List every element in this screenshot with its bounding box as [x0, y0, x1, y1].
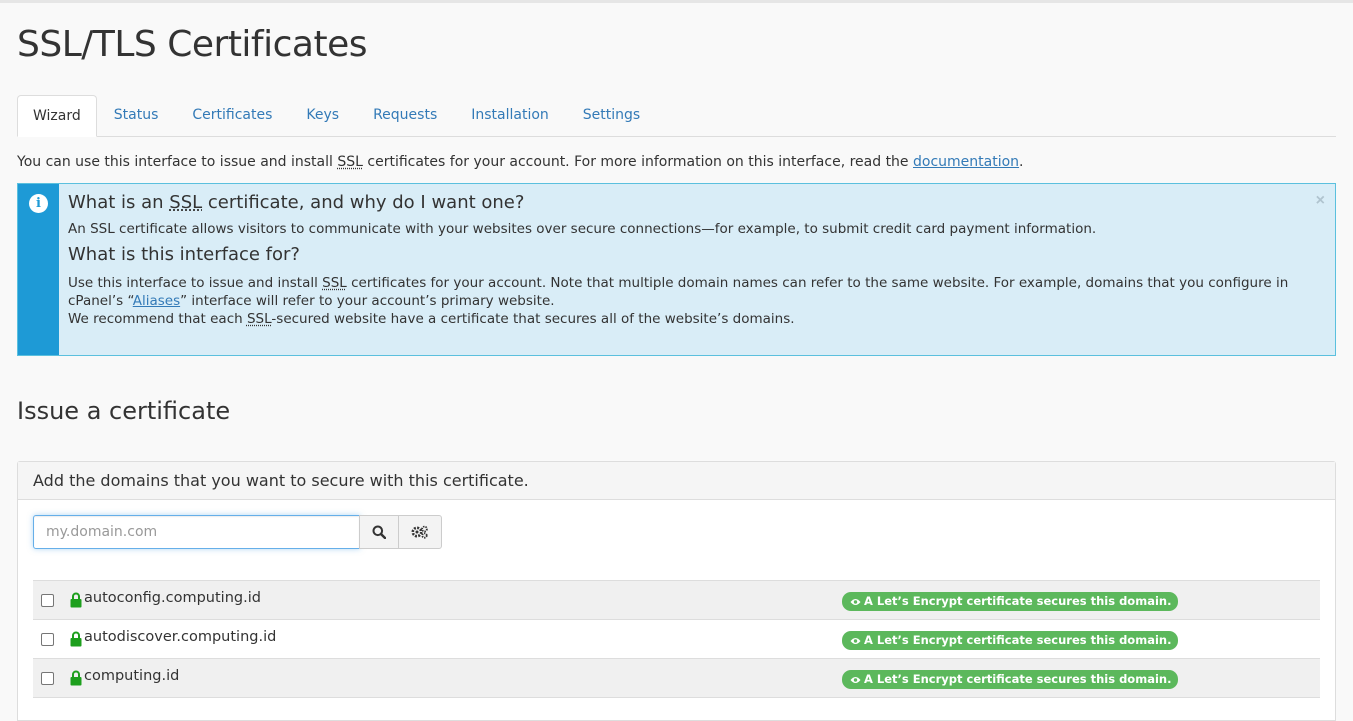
tab-status[interactable]: Status: [97, 95, 176, 136]
status-badge-text: A Let’s Encrypt certificate secures this…: [864, 672, 1172, 686]
domain-checkbox[interactable]: [41, 593, 54, 607]
eye-icon: [850, 637, 861, 644]
info-icon: i: [29, 194, 48, 213]
domain-row: autodiscover.computing.id A Let’s Encryp…: [33, 620, 1320, 659]
text-part: ” interface will refer to your account’s…: [180, 293, 555, 309]
ssl-abbr: SSL: [169, 192, 203, 213]
aliases-link[interactable]: Aliases: [133, 293, 180, 309]
text-part: -secured website have a certificate that…: [271, 311, 795, 327]
panel-heading: Add the domains that you want to secure …: [18, 462, 1335, 500]
status-badge: A Let’s Encrypt certificate secures this…: [842, 631, 1179, 650]
tab-certificates[interactable]: Certificates: [175, 95, 289, 136]
text-part: We recommend that each: [68, 311, 247, 327]
tab-keys[interactable]: Keys: [289, 95, 356, 136]
page-title: SSL/TLS Certificates: [17, 24, 367, 65]
alert-heading-what-is-ssl: What is an SSL certificate, and why do I…: [68, 192, 1325, 214]
documentation-link[interactable]: documentation: [913, 154, 1019, 170]
domain-name: autoconfig.computing.id: [84, 590, 261, 606]
alert-sidebar: i: [18, 184, 59, 355]
intro-text-part: certificates for your account. For more …: [362, 154, 913, 170]
top-border: [0, 0, 1353, 3]
search-icon: [372, 525, 386, 539]
section-title-issue-certificate: Issue a certificate: [17, 397, 231, 425]
page-content: SSL/TLS Certificates Wizard Status Certi…: [0, 24, 1353, 721]
panel-body: autoconfig.computing.id A Let’s Encrypt …: [18, 500, 1335, 698]
intro-text-part: .: [1019, 154, 1024, 170]
alert-heading-interface-purpose: What is this interface for?: [68, 244, 300, 265]
lock-icon: [70, 592, 82, 608]
eye-icon: [850, 598, 861, 605]
search-options-button[interactable]: [398, 515, 442, 549]
heading-part: certificate, and why do I want one?: [202, 192, 525, 213]
intro-text: You can use this interface to issue and …: [17, 153, 1336, 171]
domain-search-group: [33, 515, 1320, 549]
domain-list: autoconfig.computing.id A Let’s Encrypt …: [33, 580, 1320, 698]
lock-icon: [70, 631, 82, 647]
alert-text-interface-purpose: Use this interface to issue and install …: [68, 274, 1325, 328]
tab-installation[interactable]: Installation: [454, 95, 566, 136]
ssl-abbr: SSL: [246, 311, 272, 327]
tab-requests[interactable]: Requests: [356, 95, 454, 136]
domain-row: computing.id A Let’s Encrypt certificate…: [33, 659, 1320, 698]
tab-wizard[interactable]: Wizard: [17, 95, 97, 137]
eye-icon: [850, 676, 861, 683]
close-icon[interactable]: ×: [1316, 192, 1325, 210]
status-badge: A Let’s Encrypt certificate secures this…: [842, 670, 1179, 689]
domain-name: autodiscover.computing.id: [84, 629, 277, 645]
tab-settings[interactable]: Settings: [566, 95, 657, 136]
heading-part: What is an: [68, 192, 170, 213]
alert-text-ssl-explainer: An SSL certificate allows visitors to co…: [68, 221, 1097, 237]
ssl-abbr: SSL: [322, 275, 347, 291]
domain-checkbox[interactable]: [41, 632, 54, 646]
gears-icon: [411, 525, 428, 539]
search-button[interactable]: [359, 515, 399, 549]
ssl-abbr: SSL: [337, 154, 363, 170]
domain-name: computing.id: [84, 668, 180, 684]
info-alert: i What is an SSL certificate, and why do…: [17, 183, 1336, 356]
text-part: Use this interface to issue and install: [68, 275, 323, 291]
domain-search-input[interactable]: [33, 515, 360, 549]
status-badge-text: A Let’s Encrypt certificate secures this…: [864, 594, 1172, 608]
domains-panel: Add the domains that you want to secure …: [17, 461, 1336, 721]
intro-text-part: You can use this interface to issue and …: [17, 154, 338, 170]
domain-checkbox[interactable]: [41, 671, 54, 685]
status-badge-text: A Let’s Encrypt certificate secures this…: [864, 633, 1172, 647]
tab-bar: Wizard Status Certificates Keys Requests…: [17, 95, 1336, 137]
lock-icon: [70, 670, 82, 686]
domain-row: autoconfig.computing.id A Let’s Encrypt …: [33, 581, 1320, 620]
status-badge: A Let’s Encrypt certificate secures this…: [842, 592, 1179, 611]
alert-body: What is an SSL certificate, and why do I…: [59, 184, 1335, 355]
